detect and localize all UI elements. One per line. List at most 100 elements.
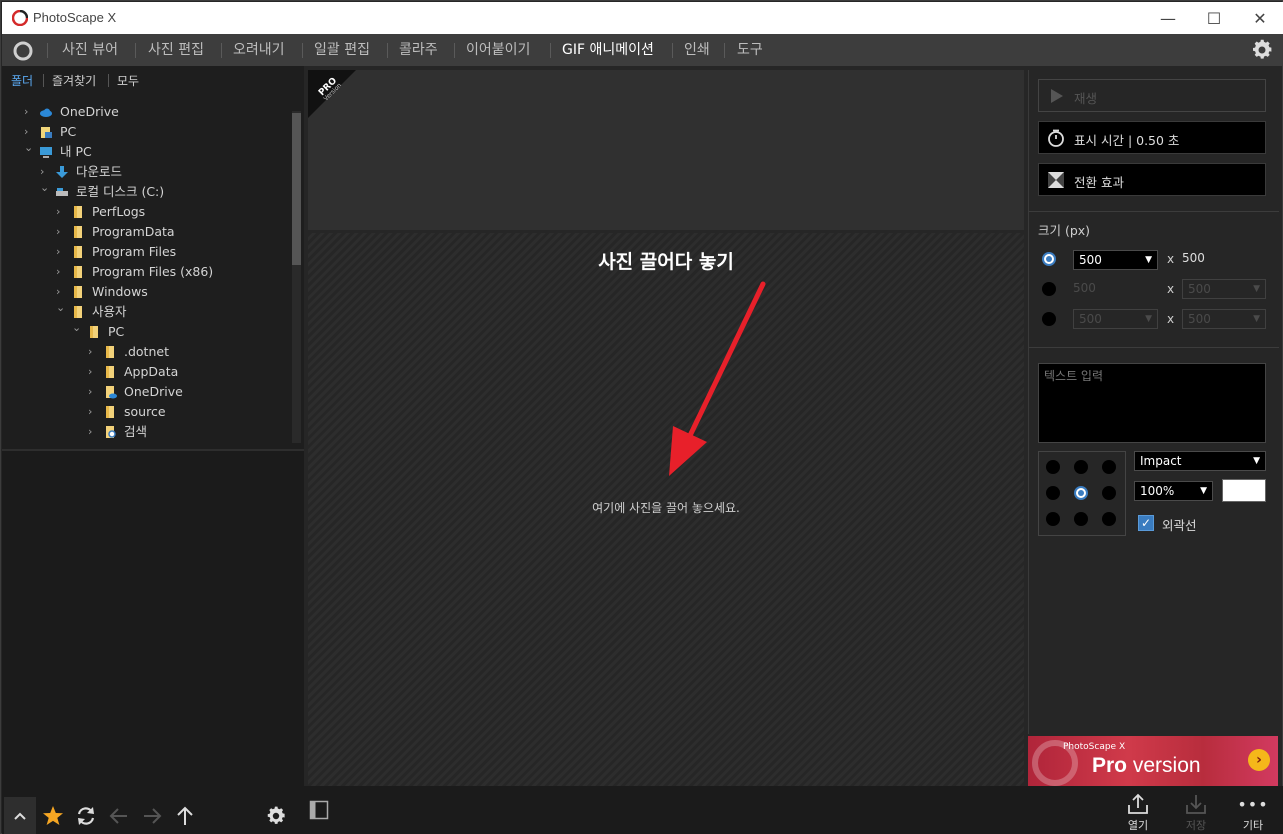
drop-hint-text: 여기에 사진을 끌어 놓으세요. (592, 501, 740, 515)
tree-node[interactable]: › PC (24, 122, 287, 142)
position-middle-center[interactable] (1074, 486, 1088, 500)
size-height-value-2: 500 (1188, 282, 1211, 296)
chevron-right-icon[interactable]: › (24, 102, 34, 122)
tree-node[interactable]: › AppData (88, 362, 287, 382)
home-icon[interactable] (12, 40, 34, 62)
tab-all[interactable]: 모두 (117, 72, 139, 89)
size-height-select-2[interactable]: 500 ▼ (1182, 279, 1266, 299)
tree-node[interactable]: › ProgramData (56, 222, 287, 242)
tree-node[interactable]: ⌄ 내 PC (24, 141, 287, 162)
tree-node[interactable]: › 검색 (88, 422, 287, 442)
tab-folders[interactable]: 폴더 (11, 72, 33, 89)
menu-photo-editor[interactable]: 사진 편집 (148, 34, 204, 66)
tree-node[interactable]: ⌄ PC (72, 321, 287, 342)
menu-cut-out[interactable]: 오려내기 (233, 34, 285, 66)
chevron-right-icon[interactable]: › (88, 422, 98, 442)
opacity-select[interactable]: 100% ▼ (1134, 481, 1213, 501)
open-button[interactable] (1123, 790, 1153, 818)
text-color-swatch[interactable] (1222, 479, 1266, 502)
tree-node-label: OneDrive (124, 384, 183, 399)
position-bottom-left[interactable] (1046, 512, 1060, 526)
menu-collage[interactable]: 콜라주 (399, 34, 438, 66)
save-button[interactable] (1181, 790, 1211, 818)
caption-text-input[interactable]: 텍스트 입력 (1038, 363, 1266, 443)
position-middle-right[interactable] (1102, 486, 1116, 500)
chevron-right-icon[interactable]: › (88, 402, 98, 422)
folder-tree-scrollbar[interactable] (292, 111, 301, 443)
menu-print[interactable]: 인쇄 (684, 34, 710, 66)
menu-separator (135, 43, 136, 58)
back-button[interactable] (106, 803, 132, 829)
position-top-right[interactable] (1102, 460, 1116, 474)
tree-node[interactable]: › PerfLogs (56, 202, 287, 222)
tab-favorites[interactable]: 즐겨찾기 (52, 72, 96, 89)
ad-small-text: PhotoScape X (1063, 742, 1126, 752)
position-top-center[interactable] (1074, 460, 1088, 474)
size-option-radio-3[interactable] (1042, 312, 1056, 326)
favorite-star-button[interactable] (40, 803, 66, 829)
parent-folder-button[interactable] (172, 803, 198, 829)
tree-node[interactable]: › Windows (56, 282, 287, 302)
chevron-down-icon[interactable]: ⌄ (24, 138, 34, 158)
size-height-select-3[interactable]: 500 ▼ (1182, 309, 1266, 329)
size-option-radio-1[interactable] (1042, 252, 1056, 266)
position-top-left[interactable] (1046, 460, 1060, 474)
menu-batch[interactable]: 일괄 편집 (314, 34, 370, 66)
tree-node[interactable]: › Program Files (56, 242, 287, 262)
layout-toggle-button[interactable] (308, 799, 330, 821)
tree-node[interactable]: ⌄ 로컬 디스크 (C:) (40, 181, 287, 202)
menu-gif-animation[interactable]: GIF 애니메이션 (562, 34, 654, 66)
bottom-toolbar: 열기 저장 ••• 기타 (304, 786, 1283, 834)
chevron-right-icon[interactable]: › (56, 262, 66, 282)
tree-node[interactable]: › 다운로드 (40, 162, 287, 182)
settings-gear-icon[interactable] (1250, 38, 1274, 62)
tree-node[interactable]: › OneDrive (24, 102, 287, 122)
tree-node[interactable]: › source (88, 402, 287, 422)
menu-photo-viewer[interactable]: 사진 뷰어 (62, 34, 118, 66)
drive-icon (55, 185, 69, 199)
tree-node[interactable]: › Program Files (x86) (56, 262, 287, 282)
position-bottom-center[interactable] (1074, 512, 1088, 526)
expand-up-button[interactable] (4, 797, 36, 834)
tree-node[interactable]: › .dotnet (88, 342, 287, 362)
size-height-value: 500 (1182, 251, 1205, 265)
size-option-radio-2[interactable] (1042, 282, 1056, 296)
maximize-button[interactable]: ☐ (1191, 2, 1237, 34)
chevron-right-icon[interactable]: › (88, 342, 98, 362)
close-button[interactable]: ✕ (1237, 2, 1283, 34)
forward-button[interactable] (139, 803, 165, 829)
outline-checkbox[interactable]: ✓ (1138, 515, 1154, 531)
chevron-right-icon[interactable]: › (56, 242, 66, 262)
refresh-icon (77, 807, 95, 825)
pro-version-ad-banner[interactable]: PhotoScape X Pro version › (1028, 736, 1278, 786)
transition-effect-button[interactable]: 전환 효과 (1038, 163, 1266, 196)
more-button[interactable]: ••• (1237, 790, 1268, 818)
chevron-right-icon[interactable]: › (56, 202, 66, 222)
tree-node[interactable]: ⌄ 사용자 (56, 301, 287, 322)
pro-version-badge[interactable]: PRO Version (308, 70, 356, 118)
chevron-down-icon[interactable]: ⌄ (56, 298, 66, 318)
scrollbar-thumb[interactable] (292, 113, 301, 265)
chevron-right-icon[interactable]: › (88, 362, 98, 382)
position-middle-left[interactable] (1046, 486, 1060, 500)
size-width-select[interactable]: 500 ▼ (1073, 250, 1158, 270)
panel-icon (309, 800, 329, 820)
tree-node-label: source (124, 404, 166, 419)
size-width-select-3[interactable]: 500 ▼ (1073, 309, 1158, 329)
play-button[interactable]: 재생 (1038, 79, 1266, 112)
chevron-down-icon[interactable]: ⌄ (72, 318, 82, 338)
folder-settings-button[interactable] (263, 803, 289, 829)
chevron-down-icon[interactable]: ⌄ (40, 178, 50, 198)
chevron-right-icon[interactable]: › (56, 222, 66, 242)
chevron-right-icon[interactable]: › (88, 382, 98, 402)
left-panel: 폴더 즐겨찾기 모두 › OneDrive › PC ⌄ 내 PC › 다운로드 ⌄ 로컬 디스크… (2, 66, 304, 797)
position-bottom-right[interactable] (1102, 512, 1116, 526)
menu-tools[interactable]: 도구 (737, 34, 763, 66)
main-menu-bar: 사진 뷰어 사진 편집 오려내기 일괄 편집 콜라주 이어붙이기 GIF 애니메… (2, 34, 1283, 66)
display-time-button[interactable]: 표시 시간 | 0.50 초 (1038, 121, 1266, 154)
minimize-button[interactable]: — (1145, 2, 1191, 34)
menu-combine[interactable]: 이어붙이기 (466, 34, 530, 66)
font-select[interactable]: Impact ▼ (1134, 451, 1266, 471)
tree-node[interactable]: › OneDrive (88, 382, 287, 402)
refresh-button[interactable] (73, 803, 99, 829)
